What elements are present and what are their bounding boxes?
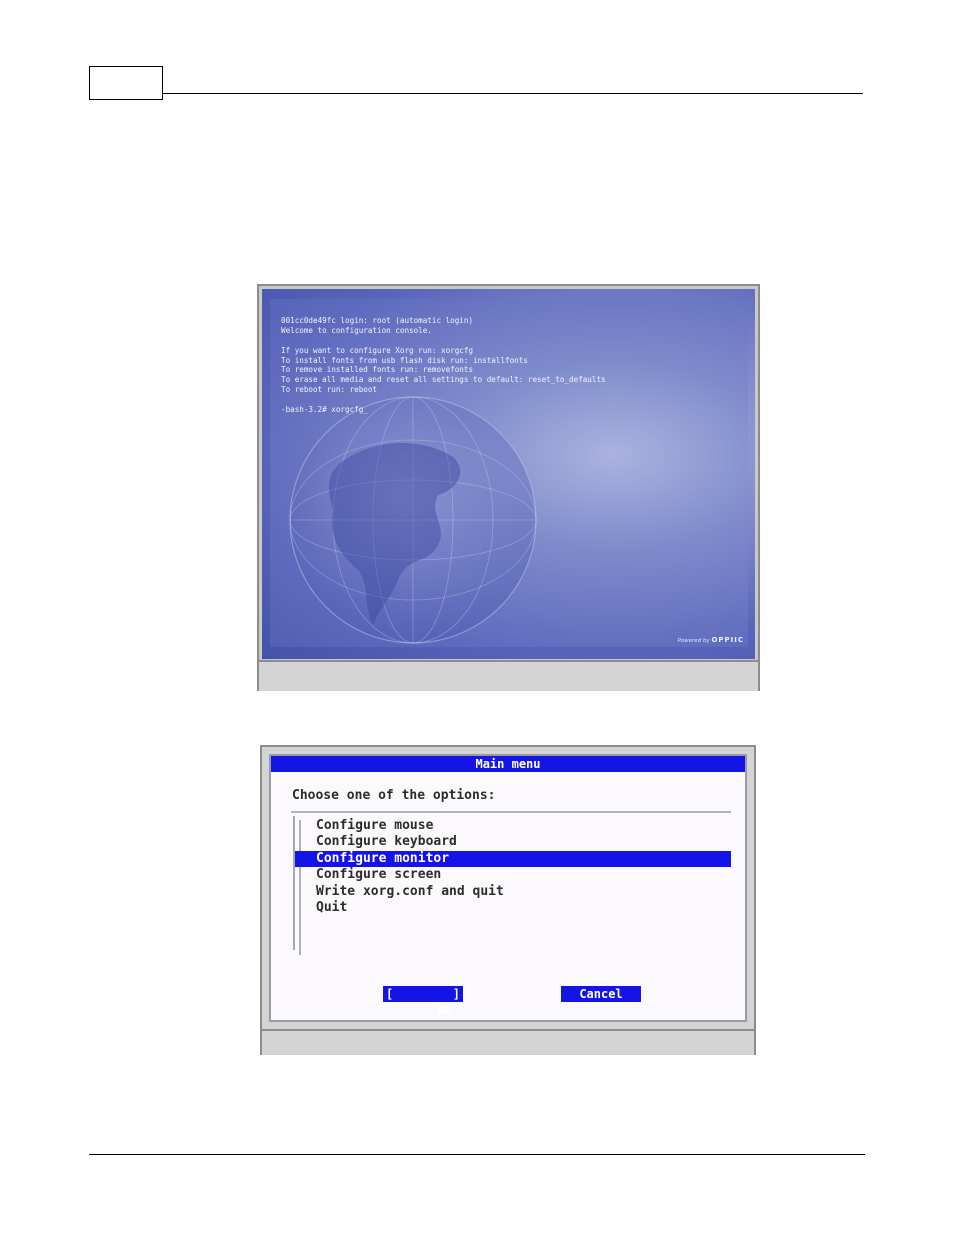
option-configure-monitor[interactable]: Configure monitor (295, 850, 731, 868)
figure-caption-bar (259, 660, 758, 691)
option-configure-keyboard[interactable]: Configure keyboard (295, 834, 731, 850)
powered-by-brand: OPPIIC (711, 636, 744, 644)
dialog-prompt: Choose one of the options: (292, 788, 496, 803)
figure-console-screenshot: 001cc0de49fc login: root (automatic logi… (257, 284, 760, 691)
figure-main-menu-screenshot: Main menu Choose one of the options: Con… (260, 745, 756, 1055)
console-screen-inner: 001cc0de49fc login: root (automatic logi… (270, 299, 748, 647)
console-line: Welcome to configuration console. (281, 325, 432, 335)
console-line: To install fonts from usb flash disk run… (281, 355, 528, 365)
option-write-xorg-conf-and-quit[interactable]: Write xorg.conf and quit (295, 884, 731, 900)
console-line: To erase all media and reset all setting… (281, 375, 606, 385)
console-output: 001cc0de49fc login: root (automatic logi… (281, 316, 606, 415)
option-configure-screen[interactable]: Configure screen (295, 867, 731, 883)
ok-button[interactable]: [Ok] (383, 986, 463, 1017)
console-line: 001cc0de49fc login: root (automatic logi… (281, 316, 474, 325)
powered-by-label: Powered by (677, 638, 710, 644)
options-list: Configure mouse Configure keyboard Confi… (295, 818, 731, 916)
console-line: To remove installed fonts run: removefon… (281, 365, 474, 375)
header-rule (163, 93, 863, 94)
option-configure-mouse[interactable]: Configure mouse (295, 818, 731, 834)
option-quit[interactable]: Quit (295, 900, 731, 916)
cancel-button[interactable]: Cancel (561, 986, 641, 1002)
ok-button-label: Ok (437, 1003, 452, 1017)
dialog-title: Main menu (271, 756, 745, 772)
page-number-box (89, 66, 163, 100)
main-menu-dialog: Main menu Choose one of the options: Con… (269, 754, 747, 1022)
console-line: If you want to configure Xorg run: xorgc… (281, 345, 474, 355)
globe-icon (289, 396, 537, 644)
footer-rule (89, 1154, 865, 1155)
console-line: To reboot run: reboot (281, 385, 378, 395)
figure-caption-bar (262, 1029, 754, 1055)
console-screen: 001cc0de49fc login: root (automatic logi… (262, 289, 755, 659)
powered-by-mark: Powered by OPPIIC (677, 636, 744, 644)
list-top-rule (291, 811, 731, 813)
console-prompt-line[interactable]: -bash-3.2# xorgcfg_ (281, 405, 606, 415)
